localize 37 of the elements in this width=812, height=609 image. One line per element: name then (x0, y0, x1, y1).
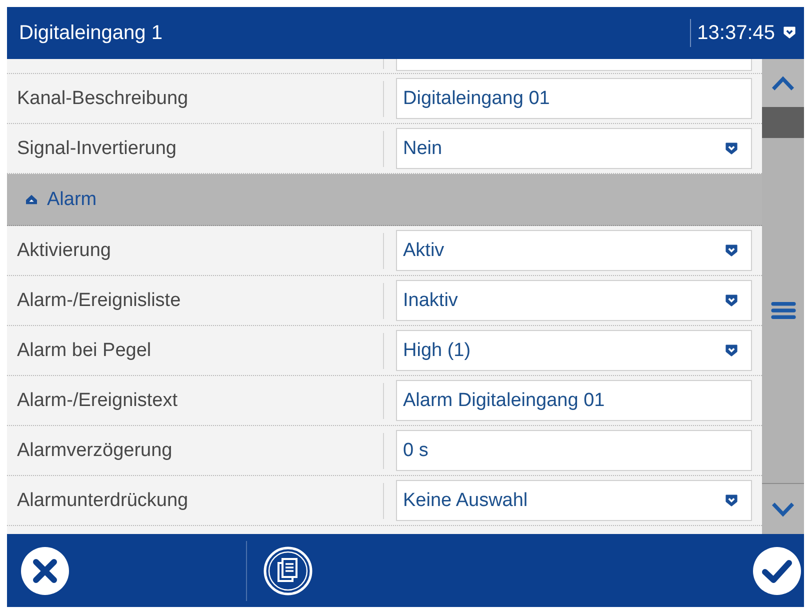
scroll-thumb[interactable] (762, 107, 804, 138)
field-label: Alarmunterdrückung (17, 490, 188, 510)
dropdown-icon[interactable] (725, 142, 738, 155)
documents-icon (263, 546, 313, 596)
close-icon (20, 546, 70, 596)
window-title: Digitaleingang 1 (19, 22, 162, 44)
input-field[interactable]: 0 s (396, 430, 752, 471)
dropdown-field[interactable]: Nein (396, 128, 752, 169)
section-header[interactable]: Alarm (7, 174, 762, 226)
field-label: Alarm-/Ereignisliste (17, 290, 181, 310)
copy-button[interactable] (263, 546, 313, 596)
clock-time: 13:37:45 (697, 22, 775, 44)
field-label: Signal-Invertierung (17, 138, 176, 158)
dropdown-icon[interactable] (725, 494, 738, 507)
scrollbar-track[interactable] (762, 59, 804, 534)
field-label: Kanal-Beschreibung (17, 88, 188, 108)
dropdown-field[interactable]: Keine Auswahl (396, 480, 752, 521)
scroll-up-button[interactable] (762, 59, 804, 107)
dropdown-icon[interactable] (725, 294, 738, 307)
cancel-button[interactable] (20, 546, 70, 596)
dropdown-icon[interactable] (725, 244, 738, 257)
dropdown-field[interactable]: Inaktiv (396, 280, 752, 321)
input-field[interactable]: Alarm Digitaleingang 01 (396, 380, 752, 421)
dropdown-icon[interactable] (725, 344, 738, 357)
input-field[interactable]: Digitaleingang 01 (396, 78, 752, 119)
dropdown-field[interactable]: Aktiv (396, 230, 752, 271)
confirm-button[interactable] (752, 546, 802, 596)
field-label: Alarmverzögerung (17, 440, 172, 460)
chevron-down-icon (771, 502, 795, 516)
field-label: Aktivierung (17, 240, 111, 260)
chevron-up-icon (771, 76, 795, 90)
dropdown-field[interactable]: High (1) (396, 330, 752, 371)
collapse-icon[interactable] (25, 194, 38, 205)
menu-icon[interactable] (770, 302, 796, 319)
field-label: Alarm bei Pegel (17, 340, 152, 360)
input-field[interactable] (396, 59, 752, 71)
field-label: Alarm-/Ereignistext (17, 390, 178, 410)
